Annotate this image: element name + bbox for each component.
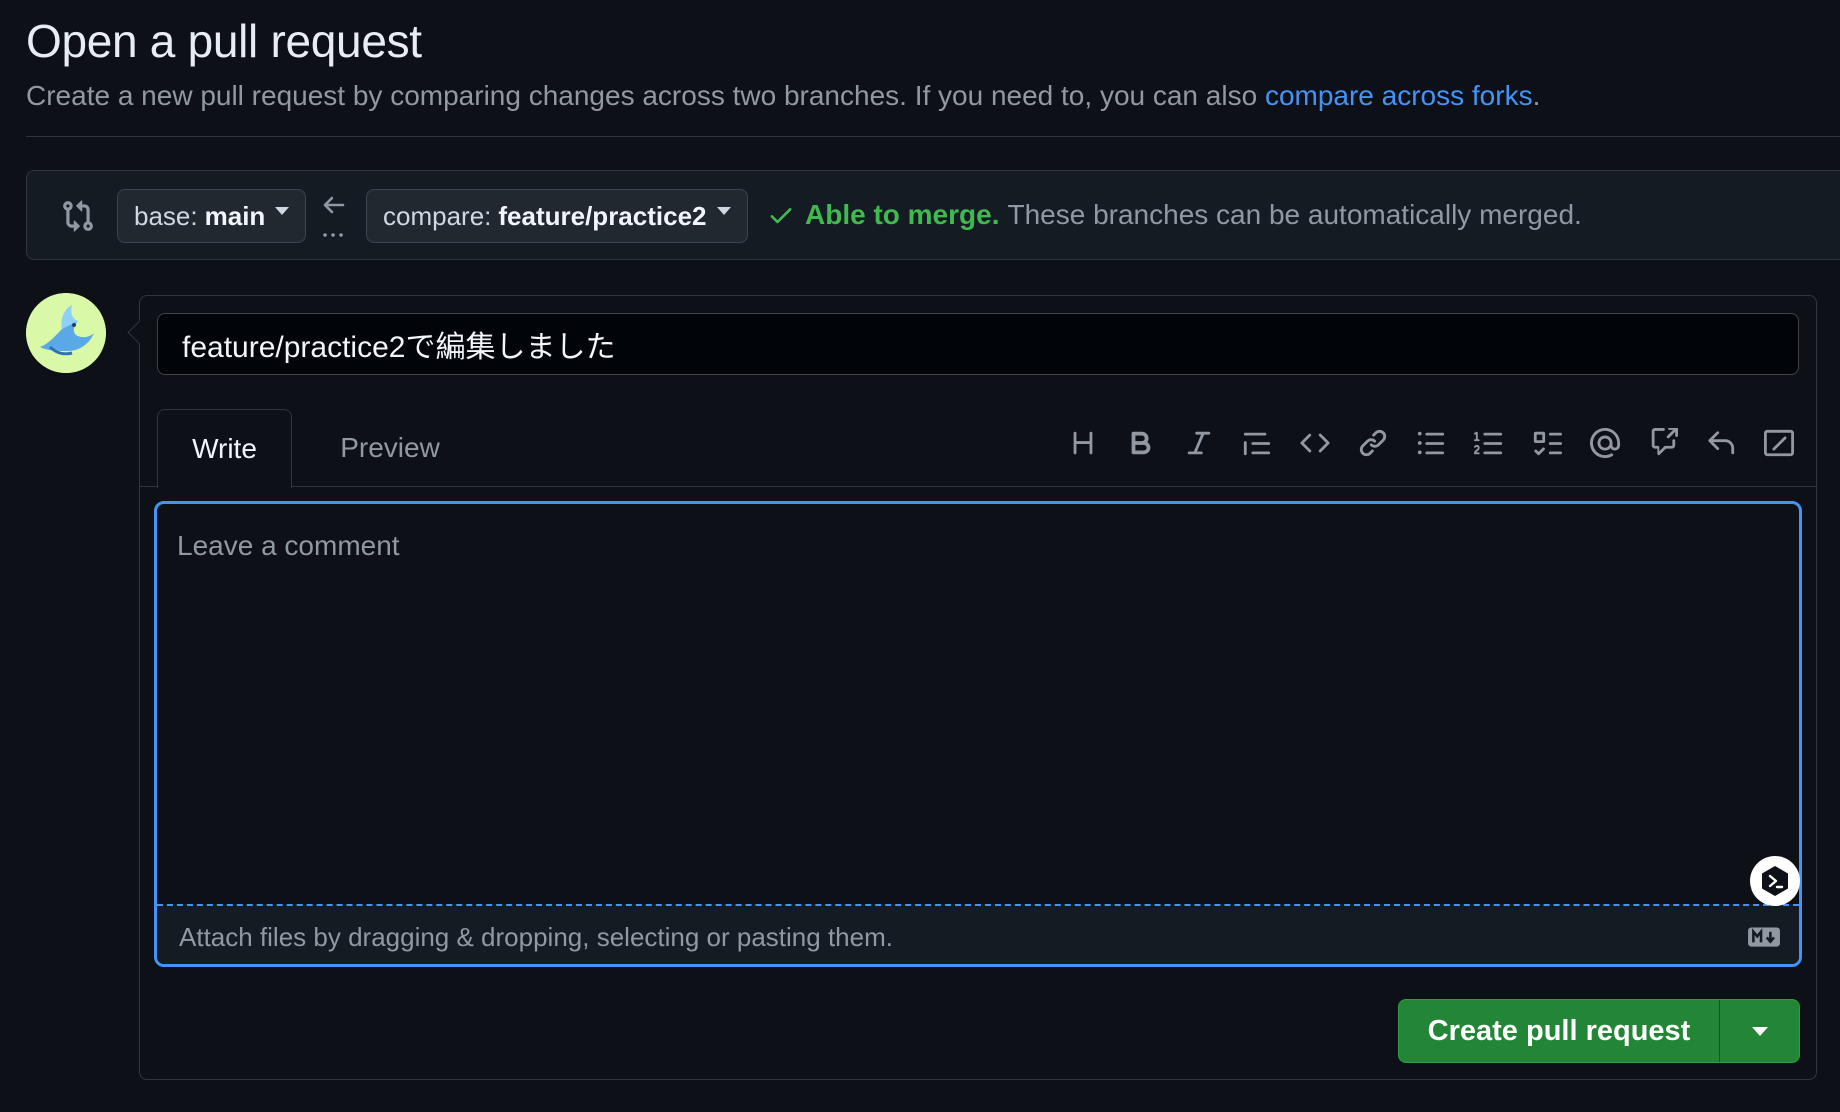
base-branch-select[interactable]: base: main: [117, 189, 307, 243]
subtitle-end: .: [1532, 80, 1541, 111]
page-title: Open a pull request: [26, 15, 422, 67]
avatar[interactable]: [26, 293, 106, 373]
code-icon[interactable]: [1298, 426, 1332, 460]
branch-range-editor: base: main compare: feature/practice2 Able…: [26, 170, 1840, 260]
compare-branch-select[interactable]: compare: feature/practice2: [366, 189, 748, 243]
file-attachment-bar[interactable]: Attach files by dragging & dropping, sel…: [157, 904, 1799, 964]
compare-branch-prefix: compare:: [383, 200, 492, 231]
check-icon: [770, 208, 792, 224]
base-branch-prefix: base:: [134, 200, 198, 231]
heading-icon[interactable]: [1066, 426, 1100, 460]
base-branch-name: main: [204, 200, 266, 231]
comment-textarea[interactable]: [157, 504, 1799, 904]
undo-icon[interactable]: [1704, 426, 1738, 460]
merge-ok-label: Able to merge.: [805, 199, 1000, 230]
arrow-left-icon: [323, 196, 345, 237]
markdown-toolbar: [1042, 426, 1796, 460]
chevron-down-icon: [275, 207, 290, 215]
link-icon[interactable]: [1356, 426, 1390, 460]
create-options-dropdown[interactable]: [1720, 1000, 1799, 1062]
copilot-icon[interactable]: [1750, 856, 1800, 906]
git-compare-icon: [63, 200, 93, 232]
slash-commands-icon[interactable]: [1762, 426, 1796, 460]
chevron-down-icon: [1751, 1026, 1768, 1036]
subtitle-text: Create a new pull request by comparing c…: [26, 80, 1265, 111]
merge-status: Able to merge. These branches can be aut…: [767, 199, 1582, 231]
create-pull-request-button[interactable]: Create pull request: [1399, 1000, 1719, 1062]
create-pull-request-button-group: Create pull request: [1398, 999, 1800, 1063]
comment-editor: Attach files by dragging & dropping, sel…: [154, 501, 1802, 967]
bold-icon[interactable]: [1124, 426, 1158, 460]
task-list-icon[interactable]: [1530, 426, 1564, 460]
bird-avatar-icon: [26, 293, 106, 373]
pr-title-input[interactable]: [157, 313, 1799, 375]
mention-icon[interactable]: [1588, 426, 1622, 460]
quote-icon[interactable]: [1240, 426, 1274, 460]
markdown-icon[interactable]: [1747, 926, 1781, 948]
tab-preview[interactable]: Preview: [315, 409, 465, 487]
compare-across-forks-link[interactable]: compare across forks: [1265, 80, 1533, 111]
ordered-list-icon[interactable]: [1472, 426, 1506, 460]
compare-branch-name: feature/practice2: [498, 200, 707, 231]
unordered-list-icon[interactable]: [1414, 426, 1448, 460]
pull-request-form: Write Preview: [139, 295, 1817, 1080]
merge-description: These branches can be automatically merg…: [1007, 199, 1582, 230]
tab-divider: [140, 486, 1816, 487]
chevron-down-icon: [716, 207, 731, 215]
italic-icon[interactable]: [1182, 426, 1216, 460]
page-subtitle: Create a new pull request by comparing c…: [26, 80, 1540, 112]
header-divider: [26, 136, 1840, 137]
attach-files-text: Attach files by dragging & dropping, sel…: [179, 922, 893, 952]
cross-reference-icon[interactable]: [1646, 426, 1680, 460]
tab-write[interactable]: Write: [157, 409, 292, 488]
